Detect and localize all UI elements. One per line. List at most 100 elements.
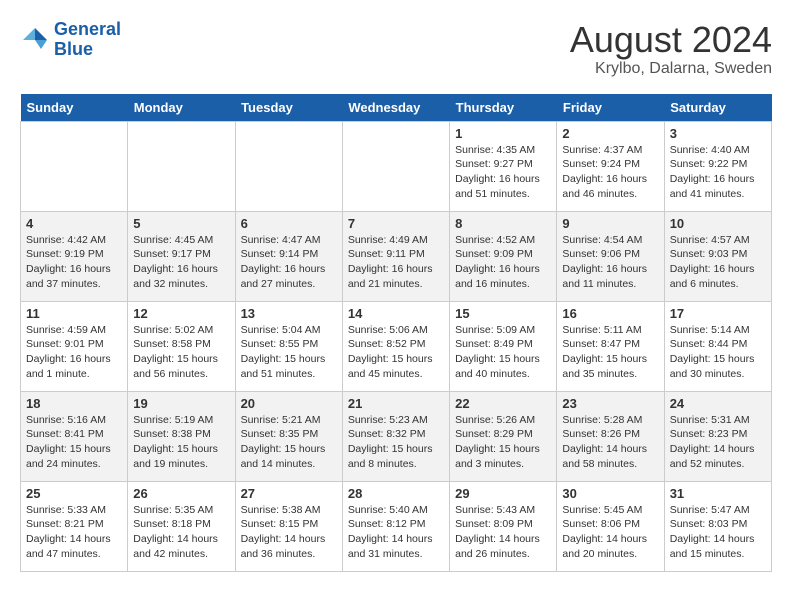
cell-content: Sunrise: 5:16 AM Sunset: 8:41 PM Dayligh… (26, 413, 122, 472)
month-year: August 2024 (570, 20, 772, 60)
calendar-cell: 27 Sunrise: 5:38 AM Sunset: 8:15 PM Dayli… (235, 481, 342, 571)
header-row: SundayMondayTuesdayWednesdayThursdayFrid… (21, 94, 772, 122)
calendar-cell (128, 121, 235, 211)
cell-content: Sunrise: 5:33 AM Sunset: 8:21 PM Dayligh… (26, 503, 122, 562)
cell-content: Sunrise: 5:11 AM Sunset: 8:47 PM Dayligh… (562, 323, 658, 382)
cell-content: Sunrise: 5:28 AM Sunset: 8:26 PM Dayligh… (562, 413, 658, 472)
calendar-cell: 8Sunrise: 4:52 AM Sunset: 9:09 PM Daylig… (450, 211, 557, 301)
day-header-thursday: Thursday (450, 94, 557, 122)
cell-content: Sunrise: 5:35 AM Sunset: 8:18 PM Dayligh… (133, 503, 229, 562)
calendar-cell: 30 Sunrise: 5:45 AM Sunset: 8:06 PM Dayli… (557, 481, 664, 571)
day-number: 16 (562, 306, 658, 321)
day-header-saturday: Saturday (664, 94, 771, 122)
day-number: 28 (348, 486, 444, 501)
day-number: 23 (562, 396, 658, 411)
cell-content: Sunrise: 5:14 AM Sunset: 8:44 PM Dayligh… (670, 323, 766, 382)
day-number: 13 (241, 306, 337, 321)
day-number: 22 (455, 396, 551, 411)
cell-content: Sunrise: 5:31 AM Sunset: 8:23 PM Dayligh… (670, 413, 766, 472)
cell-content: Sunrise: 5:38 AM Sunset: 8:15 PM Dayligh… (241, 503, 337, 562)
cell-content: Sunrise: 5:21 AM Sunset: 8:35 PM Dayligh… (241, 413, 337, 472)
day-number: 1 (455, 126, 551, 141)
calendar-cell: 11 Sunrise: 4:59 AM Sunset: 9:01 PM Dayli… (21, 301, 128, 391)
cell-content: Sunrise: 5:47 AM Sunset: 8:03 PM Dayligh… (670, 503, 766, 562)
calendar-cell: 19Sunrise: 5:19 AM Sunset: 8:38 PM Dayli… (128, 391, 235, 481)
calendar-cell (342, 121, 449, 211)
day-number: 27 (241, 486, 337, 501)
day-number: 6 (241, 216, 337, 231)
location: Krylbo, Dalarna, Sweden (570, 60, 772, 78)
week-row-5: 25 Sunrise: 5:33 AM Sunset: 8:21 PM Dayli… (21, 481, 772, 571)
day-header-tuesday: Tuesday (235, 94, 342, 122)
day-number: 26 (133, 486, 229, 501)
calendar-cell: 18Sunrise: 5:16 AM Sunset: 8:41 PM Dayli… (21, 391, 128, 481)
day-number: 29 (455, 486, 551, 501)
calendar-cell: 16 Sunrise: 5:11 AM Sunset: 8:47 PM Dayli… (557, 301, 664, 391)
calendar-cell (235, 121, 342, 211)
day-header-friday: Friday (557, 94, 664, 122)
calendar-cell: 14 Sunrise: 5:06 AM Sunset: 8:52 PM Dayli… (342, 301, 449, 391)
day-number: 30 (562, 486, 658, 501)
cell-content: Sunrise: 4:52 AM Sunset: 9:09 PM Dayligh… (455, 233, 551, 292)
day-number: 4 (26, 216, 122, 231)
cell-content: Sunrise: 4:37 AM Sunset: 9:24 PM Dayligh… (562, 143, 658, 202)
logo: General Blue (20, 20, 121, 60)
calendar-table: SundayMondayTuesdayWednesdayThursdayFrid… (20, 94, 772, 572)
day-number: 10 (670, 216, 766, 231)
calendar-cell: 3Sunrise: 4:40 AM Sunset: 9:22 PM Daylig… (664, 121, 771, 211)
title-block: August 2024 Krylbo, Dalarna, Sweden (570, 20, 772, 78)
day-number: 24 (670, 396, 766, 411)
cell-content: Sunrise: 5:06 AM Sunset: 8:52 PM Dayligh… (348, 323, 444, 382)
calendar-cell: 7 Sunrise: 4:49 AM Sunset: 9:11 PM Daylig… (342, 211, 449, 301)
calendar-cell: 28 Sunrise: 5:40 AM Sunset: 8:12 PM Dayli… (342, 481, 449, 571)
calendar-cell: 5 Sunrise: 4:45 AM Sunset: 9:17 PM Daylig… (128, 211, 235, 301)
cell-content: Sunrise: 4:40 AM Sunset: 9:22 PM Dayligh… (670, 143, 766, 202)
cell-content: Sunrise: 4:45 AM Sunset: 9:17 PM Dayligh… (133, 233, 229, 292)
day-number: 15 (455, 306, 551, 321)
day-header-sunday: Sunday (21, 94, 128, 122)
day-number: 2 (562, 126, 658, 141)
calendar-cell: 31 Sunrise: 5:47 AM Sunset: 8:03 PM Dayli… (664, 481, 771, 571)
week-row-2: 4Sunrise: 4:42 AM Sunset: 9:19 PM Daylig… (21, 211, 772, 301)
calendar-cell: 12 Sunrise: 5:02 AM Sunset: 8:58 PM Dayli… (128, 301, 235, 391)
calendar-cell: 13Sunrise: 5:04 AM Sunset: 8:55 PM Dayli… (235, 301, 342, 391)
logo-line2: Blue (54, 39, 93, 59)
day-number: 7 (348, 216, 444, 231)
logo-line1: General (54, 19, 121, 39)
cell-content: Sunrise: 5:23 AM Sunset: 8:32 PM Dayligh… (348, 413, 444, 472)
day-number: 11 (26, 306, 122, 321)
calendar-cell: 25 Sunrise: 5:33 AM Sunset: 8:21 PM Dayli… (21, 481, 128, 571)
page-header: General Blue August 2024 Krylbo, Dalarna… (20, 20, 772, 78)
day-number: 17 (670, 306, 766, 321)
calendar-cell: 6 Sunrise: 4:47 AM Sunset: 9:14 PM Daylig… (235, 211, 342, 301)
calendar-cell: 17 Sunrise: 5:14 AM Sunset: 8:44 PM Dayli… (664, 301, 771, 391)
calendar-cell: 2 Sunrise: 4:37 AM Sunset: 9:24 PM Daylig… (557, 121, 664, 211)
cell-content: Sunrise: 4:59 AM Sunset: 9:01 PM Dayligh… (26, 323, 122, 382)
cell-content: Sunrise: 5:43 AM Sunset: 8:09 PM Dayligh… (455, 503, 551, 562)
calendar-cell: 22 Sunrise: 5:26 AM Sunset: 8:29 PM Dayli… (450, 391, 557, 481)
calendar-cell: 29 Sunrise: 5:43 AM Sunset: 8:09 PM Dayli… (450, 481, 557, 571)
cell-content: Sunrise: 5:40 AM Sunset: 8:12 PM Dayligh… (348, 503, 444, 562)
calendar-cell: 9Sunrise: 4:54 AM Sunset: 9:06 PM Daylig… (557, 211, 664, 301)
day-number: 20 (241, 396, 337, 411)
day-number: 25 (26, 486, 122, 501)
cell-content: Sunrise: 4:47 AM Sunset: 9:14 PM Dayligh… (241, 233, 337, 292)
calendar-cell: 4Sunrise: 4:42 AM Sunset: 9:19 PM Daylig… (21, 211, 128, 301)
calendar-cell: 21Sunrise: 5:23 AM Sunset: 8:32 PM Dayli… (342, 391, 449, 481)
cell-content: Sunrise: 5:09 AM Sunset: 8:49 PM Dayligh… (455, 323, 551, 382)
day-number: 12 (133, 306, 229, 321)
cell-content: Sunrise: 5:45 AM Sunset: 8:06 PM Dayligh… (562, 503, 658, 562)
cell-content: Sunrise: 4:49 AM Sunset: 9:11 PM Dayligh… (348, 233, 444, 292)
week-row-3: 11 Sunrise: 4:59 AM Sunset: 9:01 PM Dayli… (21, 301, 772, 391)
week-row-4: 18Sunrise: 5:16 AM Sunset: 8:41 PM Dayli… (21, 391, 772, 481)
day-number: 9 (562, 216, 658, 231)
day-number: 14 (348, 306, 444, 321)
calendar-cell: 1Sunrise: 4:35 AM Sunset: 9:27 PM Daylig… (450, 121, 557, 211)
day-number: 31 (670, 486, 766, 501)
day-header-monday: Monday (128, 94, 235, 122)
cell-content: Sunrise: 5:26 AM Sunset: 8:29 PM Dayligh… (455, 413, 551, 472)
day-header-wednesday: Wednesday (342, 94, 449, 122)
cell-content: Sunrise: 5:02 AM Sunset: 8:58 PM Dayligh… (133, 323, 229, 382)
week-row-1: 1Sunrise: 4:35 AM Sunset: 9:27 PM Daylig… (21, 121, 772, 211)
day-number: 5 (133, 216, 229, 231)
